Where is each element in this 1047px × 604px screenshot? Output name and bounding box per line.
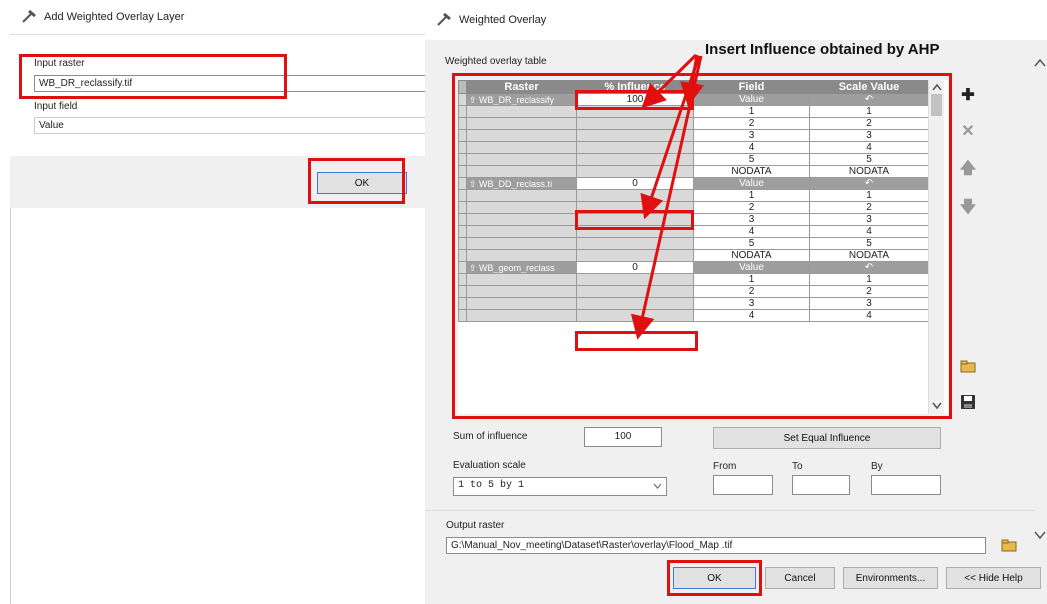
sum-value: 100 [584, 427, 662, 447]
evaluation-scale-select[interactable]: 1 to 5 by 1 [453, 477, 667, 496]
to-label: To [792, 461, 803, 472]
page-scroll-down-icon[interactable] [1034, 530, 1046, 540]
environments-button[interactable]: Environments... [843, 567, 938, 589]
set-equal-influence-button[interactable]: Set Equal Influence [713, 427, 941, 449]
annotation-arrows [630, 53, 704, 340]
hide-help-button[interactable]: << Hide Help [946, 567, 1041, 589]
output-label: Output raster [446, 520, 505, 531]
open-folder-icon[interactable] [957, 355, 979, 377]
by-input[interactable] [871, 475, 941, 495]
chevron-down-icon [653, 483, 662, 489]
by-label: By [871, 461, 883, 472]
page-scroll-up-icon[interactable] [1034, 58, 1046, 68]
ok-button[interactable]: OK [673, 567, 756, 589]
move-down-icon[interactable]: 🡇 [957, 198, 979, 220]
eval-value: 1 to 5 by 1 [458, 480, 525, 491]
add-raster-icon[interactable]: ✚ [957, 84, 979, 106]
sum-label: Sum of influence [453, 431, 528, 442]
to-input[interactable] [792, 475, 850, 495]
from-label: From [713, 461, 737, 472]
eval-label: Evaluation scale [453, 460, 526, 471]
output-raster-input[interactable]: G:\Manual_Nov_meeting\Dataset\Raster\ove… [446, 537, 986, 554]
from-input[interactable] [713, 475, 773, 495]
remove-raster-icon[interactable]: ✕ [957, 120, 979, 142]
browse-folder-icon[interactable] [998, 534, 1020, 556]
save-icon[interactable] [957, 391, 979, 413]
move-up-icon[interactable]: 🡅 [957, 159, 979, 181]
cancel-button[interactable]: Cancel [765, 567, 835, 589]
